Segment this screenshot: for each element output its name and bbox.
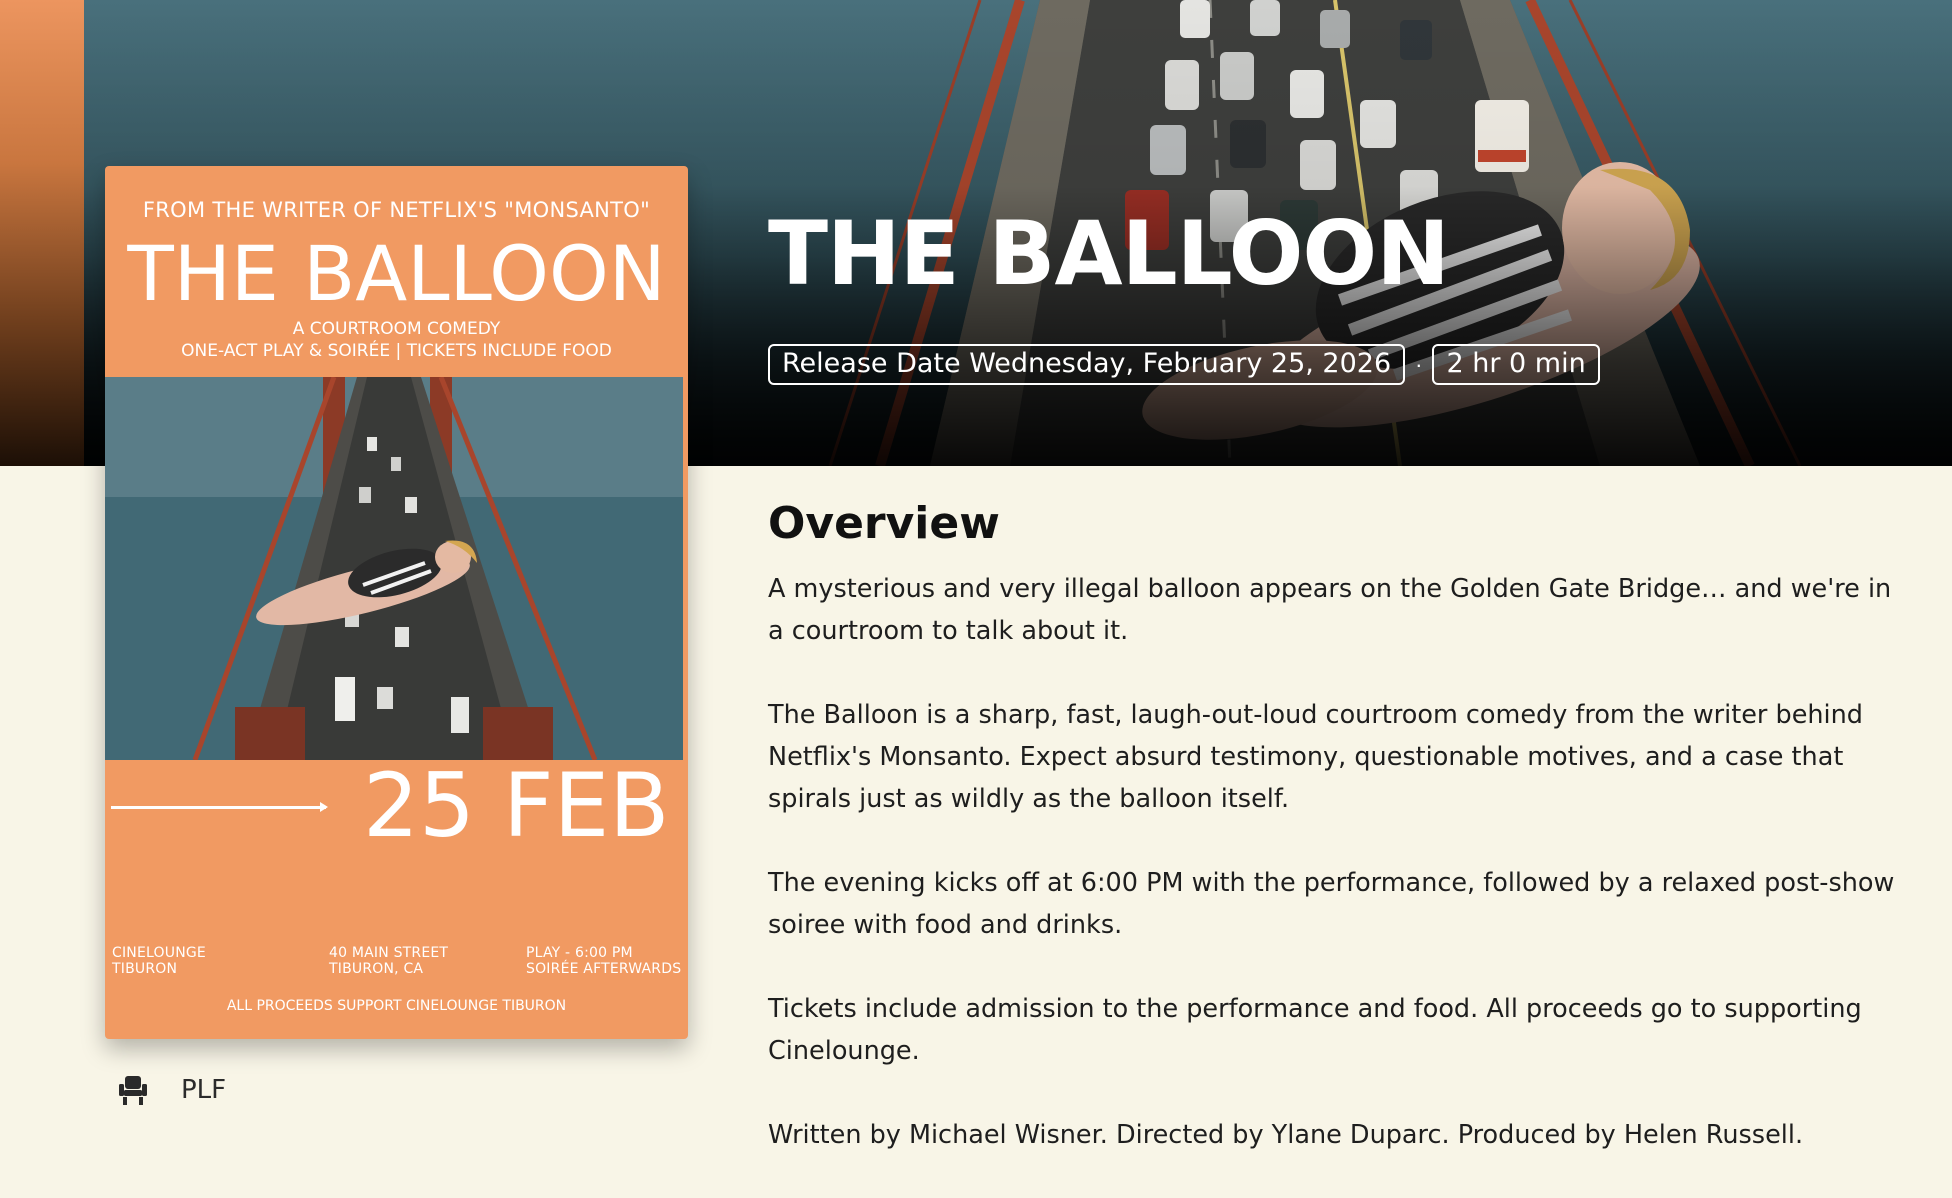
overview-paragraph-2: The Balloon is a sharp, fast, laugh-out-…	[768, 700, 1863, 815]
overview-paragraph-3: The evening kicks off at 6:00 PM with th…	[768, 868, 1895, 941]
poster-showtime: PLAY - 6:00 PM SOIRÉE AFTERWARDS	[526, 945, 682, 977]
overview-heading: Overview	[768, 498, 1000, 549]
accent-strip	[0, 0, 84, 466]
release-date-badge: Release Date Wednesday, February 25, 202…	[768, 344, 1406, 385]
overview-section: Overview A mysterious and very illegal b…	[768, 498, 1898, 1198]
meta-separator: ·	[1415, 351, 1423, 377]
overview-paragraph-4: Tickets include admission to the perform…	[768, 994, 1862, 1067]
overview-paragraph-1: A mysterious and very illegal balloon ap…	[768, 574, 1892, 647]
seat-icon	[119, 1076, 147, 1105]
poster-address: 40 MAIN STREET TIBURON, CA	[329, 945, 449, 977]
poster-arrow	[111, 802, 328, 812]
poster-venue: CINELOUNGE TIBURON	[112, 945, 206, 977]
poster-subtitle: A COURTROOM COMEDY	[292, 319, 501, 339]
runtime-badge: 2 hr 0 min	[1432, 344, 1600, 385]
movie-title: THE BALLOON	[768, 202, 1450, 305]
poster-bridge-image	[105, 377, 683, 760]
feature-plf: PLF	[117, 1074, 226, 1106]
poster-subtitle-detail: ONE-ACT PLAY & SOIRÉE | TICKETS INCLUDE …	[181, 341, 612, 361]
movie-meta: Release Date Wednesday, February 25, 202…	[768, 344, 1600, 385]
movie-poster: FROM THE WRITER OF NETFLIX'S "MONSANTO" …	[105, 166, 688, 1039]
poster-date: 25 FEB	[363, 754, 670, 857]
feature-label: PLF	[181, 1075, 227, 1105]
poster-title: THE BALLOON	[127, 229, 666, 318]
poster-proceeds-note: ALL PROCEEDS SUPPORT CINELOUNGE TIBURON	[226, 998, 567, 1014]
poster-tagline: FROM THE WRITER OF NETFLIX'S "MONSANTO"	[142, 198, 651, 222]
overview-credits: Written by Michael Wisner. Directed by Y…	[768, 1120, 1804, 1151]
